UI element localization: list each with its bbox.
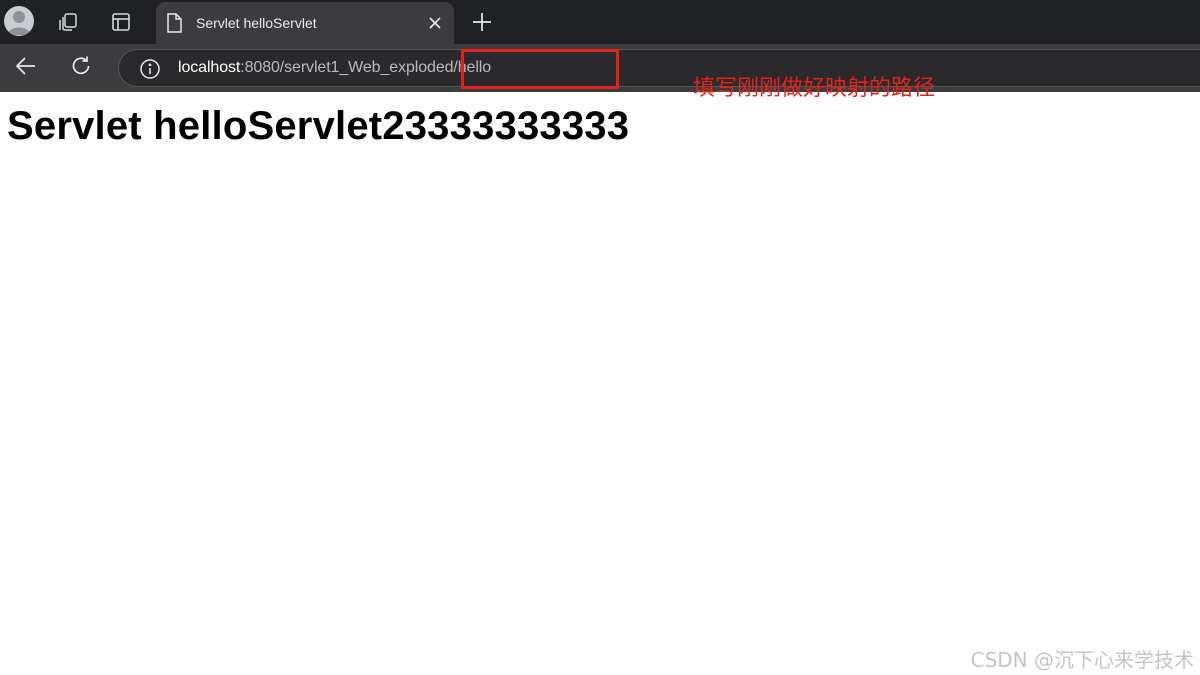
page-icon xyxy=(166,13,182,38)
new-tab-button[interactable] xyxy=(466,6,498,38)
annotation-text: 填写刚刚做好映射的路径 xyxy=(693,76,936,101)
workspaces-button[interactable] xyxy=(52,6,84,38)
tab-actions-button[interactable] xyxy=(105,6,137,38)
profile-avatar-icon[interactable] xyxy=(4,6,34,36)
workspaces-icon xyxy=(57,11,79,33)
watermark: CSDN @沉下心来学技术 xyxy=(970,648,1194,672)
new-tab-icon xyxy=(472,12,492,32)
reload-button[interactable] xyxy=(65,52,97,84)
reload-icon xyxy=(70,55,92,82)
page-heading: Servlet helloServlet23333333333 xyxy=(7,104,630,148)
tab-actions-icon xyxy=(111,12,131,32)
annotation-highlight-box xyxy=(461,49,619,89)
back-arrow-icon xyxy=(15,55,37,82)
url-host: localhost xyxy=(178,59,241,76)
url-text[interactable]: localhost:8080/servlet1_Web_exploded/hel… xyxy=(178,59,491,77)
tab-title: Servlet helloServlet xyxy=(196,15,317,31)
back-button[interactable] xyxy=(10,52,42,84)
info-icon[interactable] xyxy=(139,58,161,85)
url-path: :8080/servlet1_Web_exploded/hello xyxy=(240,59,492,76)
tab-active[interactable]: Servlet helloServlet xyxy=(156,2,454,44)
address-bar[interactable]: localhost:8080/servlet1_Web_exploded/hel… xyxy=(118,49,1200,87)
close-icon[interactable] xyxy=(424,12,446,34)
tab-strip: Servlet helloServlet xyxy=(0,0,1200,44)
